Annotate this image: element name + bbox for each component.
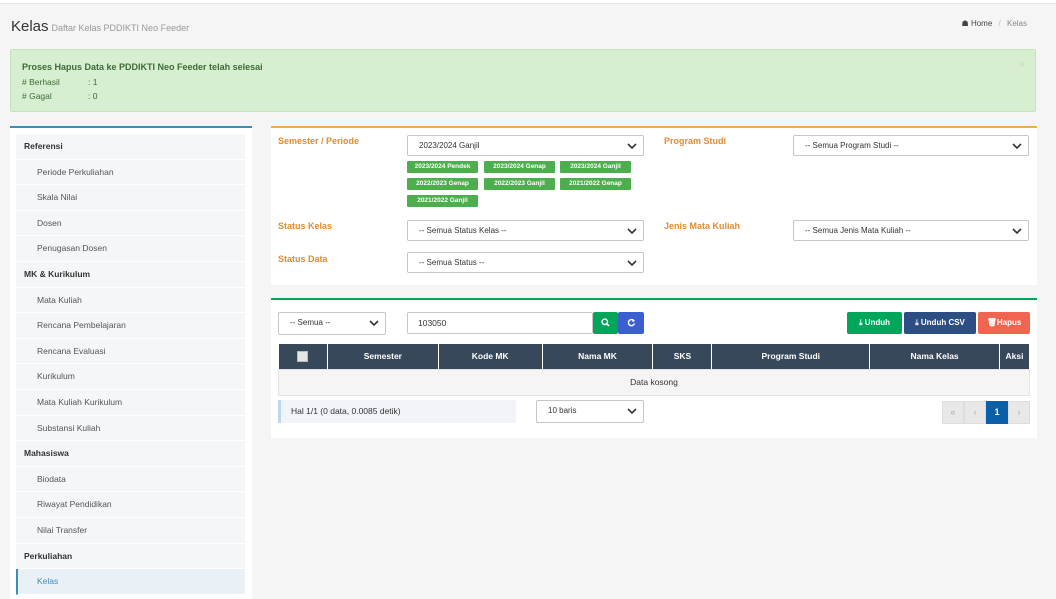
sidebar-item-riwayat-pendidikan[interactable]: Riwayat Pendidikan (16, 492, 245, 518)
home-icon: ☗ (961, 19, 969, 28)
select-all-checkbox[interactable] (297, 350, 309, 362)
refresh-button[interactable] (618, 312, 644, 334)
status-kelas-label: Status Kelas (278, 221, 333, 231)
next-page-button[interactable]: › (1008, 401, 1030, 424)
chevron-down-icon (1012, 228, 1022, 235)
unduh-csv-button[interactable]: ⤓ Unduh CSV (904, 312, 976, 334)
alert-row-gagal: # Gagal: 0 (22, 91, 98, 101)
scope-select[interactable]: -- Semua -- (278, 312, 386, 335)
status-kelas-select[interactable]: -- Semua Status Kelas -- (407, 220, 644, 241)
semester-tag[interactable]: 2023/2024 Ganjil (560, 161, 631, 173)
status-data-label: Status Data (278, 254, 328, 264)
semester-tag[interactable]: 2023/2024 Pendek (407, 161, 478, 173)
chevron-down-icon (627, 260, 637, 267)
semester-tag[interactable]: 2021/2022 Ganjil (407, 195, 478, 207)
sidebar-item-mata-kuliah-kurikulum[interactable]: Mata Kuliah Kurikulum (16, 389, 245, 416)
chevron-down-icon (1012, 143, 1022, 150)
sidebar-item-rencana-pembelajaran[interactable]: Rencana Pembelajaran (16, 313, 245, 339)
kelas-table: Semester Kode MK Nama MK SKS Program Stu… (278, 344, 1031, 396)
jenis-mk-label: Jenis Mata Kuliah (664, 221, 741, 231)
sidebar-item-perkuliahan: Perkuliahan (16, 543, 245, 570)
page-1-button[interactable]: 1 (986, 401, 1008, 424)
col-sks[interactable]: SKS (652, 344, 713, 369)
col-nama-kelas[interactable]: Nama Kelas (869, 344, 1000, 369)
page-subtitle: Daftar Kelas PDDIKTI Neo Feeder (51, 23, 190, 33)
sidebar-item-kurikulum[interactable]: Kurikulum (16, 364, 245, 390)
sidebar-item-mahasiswa: Mahasiswa (16, 441, 245, 467)
sidebar-item-skala-nilai[interactable]: Skala Nilai (16, 185, 245, 211)
chevron-down-icon (369, 320, 379, 327)
search-input[interactable]: 103050 (407, 312, 593, 334)
hapus-button[interactable]: 🗑Hapus (978, 312, 1030, 334)
download-icon: ⤓ (858, 318, 863, 327)
chevron-down-icon (627, 143, 637, 150)
sidebar-item-biodata[interactable]: Biodata (16, 466, 245, 493)
sidebar-item-periode-perkuliahan[interactable]: Periode Perkuliahan (16, 159, 245, 186)
semester-tag[interactable]: 2022/2023 Ganjil (484, 178, 555, 190)
semester-tag[interactable]: 2022/2023 Genap (407, 178, 478, 190)
table-row: Data kosong (278, 368, 1030, 396)
sidebar-item-kelas[interactable]: Kelas (16, 569, 245, 595)
page-title: Kelas Daftar Kelas PDDIKTI Neo Feeder (11, 18, 190, 35)
status-data-select[interactable]: -- Semua Status -- (407, 252, 644, 273)
prodi-label: Program Studi (664, 136, 727, 146)
sidebar-item-mk-kurikulum: MK & Kurikulum (16, 261, 245, 288)
select-all-header[interactable] (278, 344, 328, 369)
first-page-button[interactable]: « (942, 401, 964, 424)
unduh-button[interactable]: ⤓ Unduh (847, 312, 902, 334)
success-alert: Proses Hapus Data ke PDDIKTI Neo Feeder … (10, 49, 1036, 112)
prev-page-button[interactable]: ‹ (964, 401, 986, 424)
empty-message: Data kosong (278, 368, 1030, 396)
download-icon: ⤓ (915, 318, 919, 327)
sidebar: Referensi Periode Perkuliahan Skala Nilai D… (10, 126, 252, 599)
page-size-select[interactable]: 10 baris (536, 400, 644, 423)
table-header-row: Semester Kode MK Nama MK SKS Program Stu… (278, 344, 1031, 369)
breadcrumb: ☗ Home / Kelas (961, 19, 1027, 28)
sidebar-item-substansi-kuliah[interactable]: Substansi Kuliah (16, 415, 245, 442)
semester-tag[interactable]: 2023/2024 Genap (484, 161, 555, 173)
chevron-down-icon (627, 228, 637, 235)
jenis-mk-select[interactable]: -- Semua Jenis Mata Kuliah -- (793, 220, 1029, 241)
col-semester[interactable]: Semester (327, 344, 439, 369)
breadcrumb-home[interactable]: Home (971, 19, 992, 28)
sidebar-item-dosen[interactable]: Dosen (16, 210, 245, 237)
col-nama-mk[interactable]: Nama MK (542, 344, 654, 369)
refresh-icon (627, 319, 635, 327)
semester-tag[interactable]: 2021/2022 Genap (560, 178, 631, 190)
page-info: Hal 1/1 (0 data, 0.0085 detik) (278, 400, 516, 423)
col-aksi: Aksi (999, 344, 1031, 369)
search-button[interactable] (593, 312, 618, 334)
sidebar-item-rencana-evaluasi[interactable]: Rencana Evaluasi (16, 338, 245, 365)
prodi-select[interactable]: -- Semua Program Studi -- (793, 135, 1029, 156)
top-bar (0, 0, 1056, 4)
breadcrumb-current: Kelas (1006, 19, 1027, 28)
alert-row-berhasil: # Berhasil: 1 (22, 77, 98, 87)
search-icon (601, 318, 610, 328)
sidebar-item-nilai-transfer[interactable]: Nilai Transfer (16, 517, 245, 544)
col-program-studi[interactable]: Program Studi (711, 344, 871, 369)
semester-label: Semester / Periode (278, 136, 360, 146)
sidebar-item-penugasan-dosen[interactable]: Penugasan Dosen (16, 236, 245, 262)
trash-icon: 🗑 (986, 318, 997, 327)
sidebar-item-referensi: Referensi (16, 134, 245, 160)
semester-select[interactable]: 2023/2024 Ganjil (407, 135, 644, 156)
sidebar-item-mata-kuliah[interactable]: Mata Kuliah (16, 287, 245, 314)
alert-heading: Proses Hapus Data ke PDDIKTI Neo Feeder … (22, 62, 263, 72)
close-icon[interactable]: × (1019, 59, 1025, 71)
col-kode-mk[interactable]: Kode MK (438, 344, 543, 369)
chevron-down-icon (627, 408, 637, 415)
